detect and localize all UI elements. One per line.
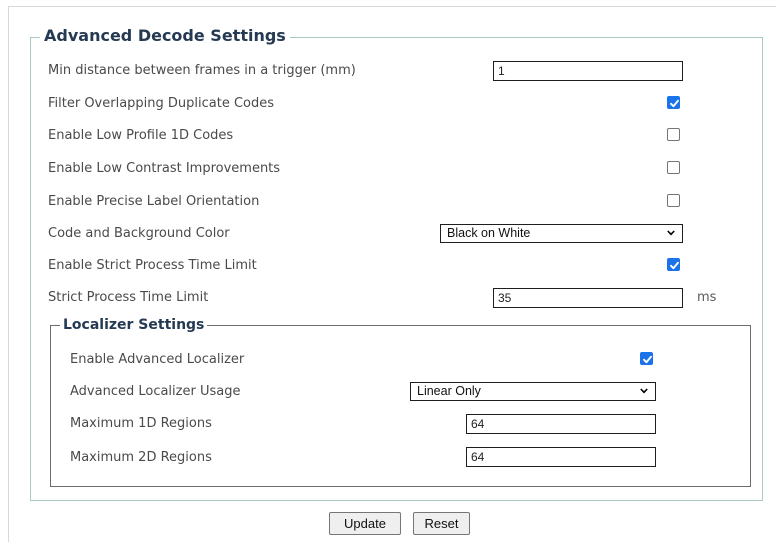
advanced-localizer-usage-label: Advanced Localizer Usage: [70, 384, 241, 399]
strict-time-limit-label: Strict Process Time Limit: [48, 290, 209, 305]
min-distance-input[interactable]: 1: [493, 61, 683, 81]
update-button[interactable]: Update: [329, 512, 401, 535]
filter-overlapping-checkbox[interactable]: [667, 96, 680, 109]
chevron-down-icon: [667, 230, 675, 236]
reset-button[interactable]: Reset: [413, 512, 470, 535]
advanced-decode-settings-title: Advanced Decode Settings: [40, 26, 290, 46]
advanced-localizer-usage-select[interactable]: Linear Only: [410, 382, 656, 401]
filter-overlapping-label: Filter Overlapping Duplicate Codes: [48, 96, 275, 111]
code-bg-color-label: Code and Background Color: [48, 226, 230, 241]
precise-orientation-checkbox[interactable]: [667, 194, 680, 207]
low-contrast-label: Enable Low Contrast Improvements: [48, 161, 281, 176]
max-2d-regions-input[interactable]: 64: [466, 447, 656, 467]
strict-time-limit-unit: ms: [697, 290, 717, 305]
checkmark-icon: [643, 355, 652, 364]
chevron-down-icon: [640, 388, 648, 394]
low-contrast-checkbox[interactable]: [667, 161, 680, 174]
strict-time-enable-checkbox[interactable]: [667, 258, 680, 271]
max-2d-regions-label: Maximum 2D Regions: [70, 450, 212, 465]
localizer-settings-title: Localizer Settings: [60, 316, 208, 334]
precise-orientation-label: Enable Precise Label Orientation: [48, 194, 260, 209]
max-1d-regions-input[interactable]: 64: [466, 414, 656, 434]
advanced-localizer-usage-value: Linear Only: [417, 384, 481, 398]
advanced-localizer-enable-checkbox[interactable]: [640, 352, 653, 365]
advanced-localizer-enable-label: Enable Advanced Localizer: [70, 352, 245, 367]
low-profile-1d-checkbox[interactable]: [667, 128, 680, 141]
strict-time-enable-label: Enable Strict Process Time Limit: [48, 258, 257, 273]
code-bg-color-select[interactable]: Black on White: [440, 224, 683, 243]
min-distance-label: Min distance between frames in a trigger…: [48, 63, 356, 78]
strict-time-limit-input[interactable]: 35: [493, 288, 683, 308]
checkmark-icon: [670, 261, 679, 270]
code-bg-color-value: Black on White: [447, 226, 531, 240]
low-profile-1d-label: Enable Low Profile 1D Codes: [48, 128, 234, 143]
checkmark-icon: [670, 99, 679, 108]
max-1d-regions-label: Maximum 1D Regions: [70, 416, 212, 431]
